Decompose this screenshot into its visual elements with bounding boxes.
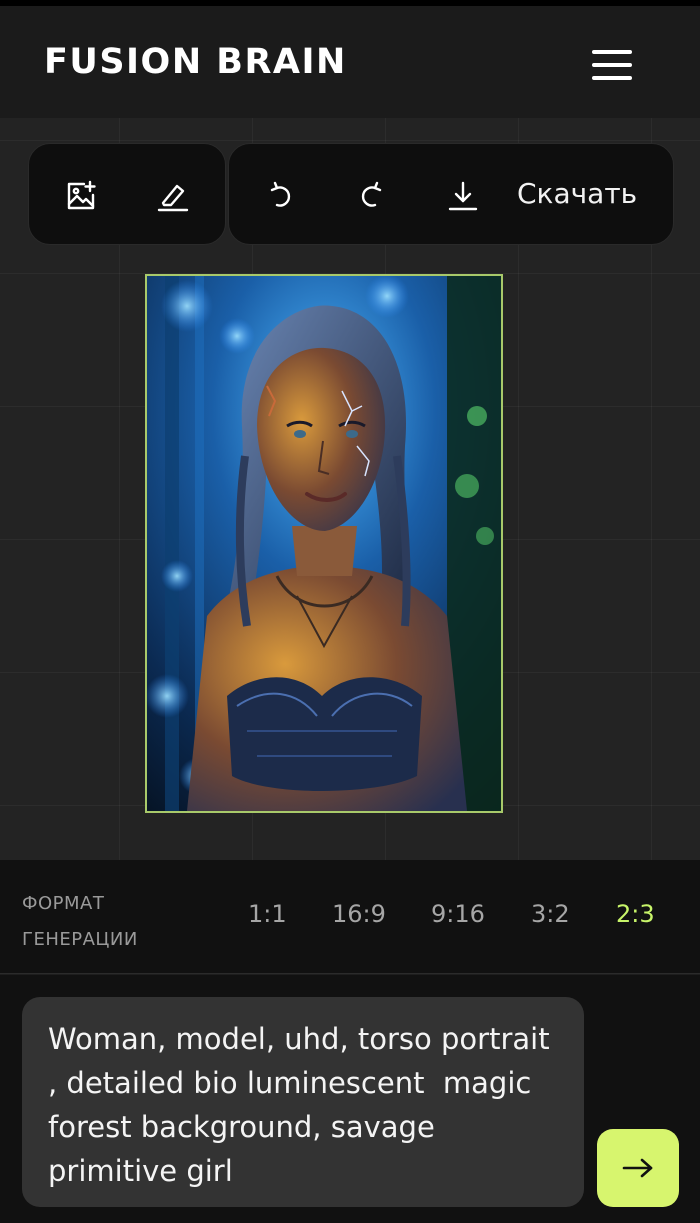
add-image-button[interactable] bbox=[59, 174, 103, 218]
hamburger-line bbox=[592, 76, 632, 80]
download-button[interactable] bbox=[441, 174, 485, 218]
redo-button[interactable] bbox=[349, 174, 393, 218]
format-selector: ФОРМАТ ГЕНЕРАЦИИ 1:1 16:9 9:16 3:2 2:3 bbox=[0, 860, 700, 974]
generated-image[interactable] bbox=[145, 274, 503, 813]
hamburger-line bbox=[592, 50, 632, 54]
edit-toolbar bbox=[28, 143, 226, 245]
download-label[interactable]: Скачать bbox=[517, 177, 637, 210]
prompt-panel: Woman, model, uhd, torso portrait , deta… bbox=[0, 975, 700, 1223]
prompt-input[interactable]: Woman, model, uhd, torso portrait , deta… bbox=[22, 997, 584, 1207]
ratio-option-9-16[interactable]: 9:16 bbox=[431, 900, 485, 928]
format-label-line1: ФОРМАТ bbox=[22, 893, 105, 914]
menu-button[interactable] bbox=[592, 50, 634, 80]
format-label: ФОРМАТ ГЕНЕРАЦИИ bbox=[22, 886, 182, 958]
ratio-option-3-2[interactable]: 3:2 bbox=[531, 900, 570, 928]
brand-logo: FUSION BRAIN bbox=[44, 42, 347, 82]
history-toolbar: Скачать bbox=[228, 143, 674, 245]
ratio-option-2-3[interactable]: 2:3 bbox=[616, 900, 655, 928]
app-header: FUSION BRAIN bbox=[0, 6, 700, 118]
ratio-option-1-1[interactable]: 1:1 bbox=[248, 900, 287, 928]
format-label-line2: ГЕНЕРАЦИИ bbox=[22, 929, 138, 950]
eraser-button[interactable] bbox=[151, 174, 195, 218]
redo-icon bbox=[361, 181, 382, 207]
undo-button[interactable] bbox=[259, 174, 303, 218]
add-image-icon bbox=[67, 180, 96, 210]
ratio-option-16-9[interactable]: 16:9 bbox=[332, 900, 386, 928]
hamburger-line bbox=[592, 63, 632, 67]
portrait-illustration bbox=[147, 276, 501, 811]
download-icon bbox=[448, 181, 478, 211]
eraser-icon bbox=[157, 184, 189, 212]
undo-icon bbox=[270, 181, 291, 207]
arrow-right-icon bbox=[622, 1158, 653, 1178]
generate-button[interactable] bbox=[597, 1129, 679, 1207]
